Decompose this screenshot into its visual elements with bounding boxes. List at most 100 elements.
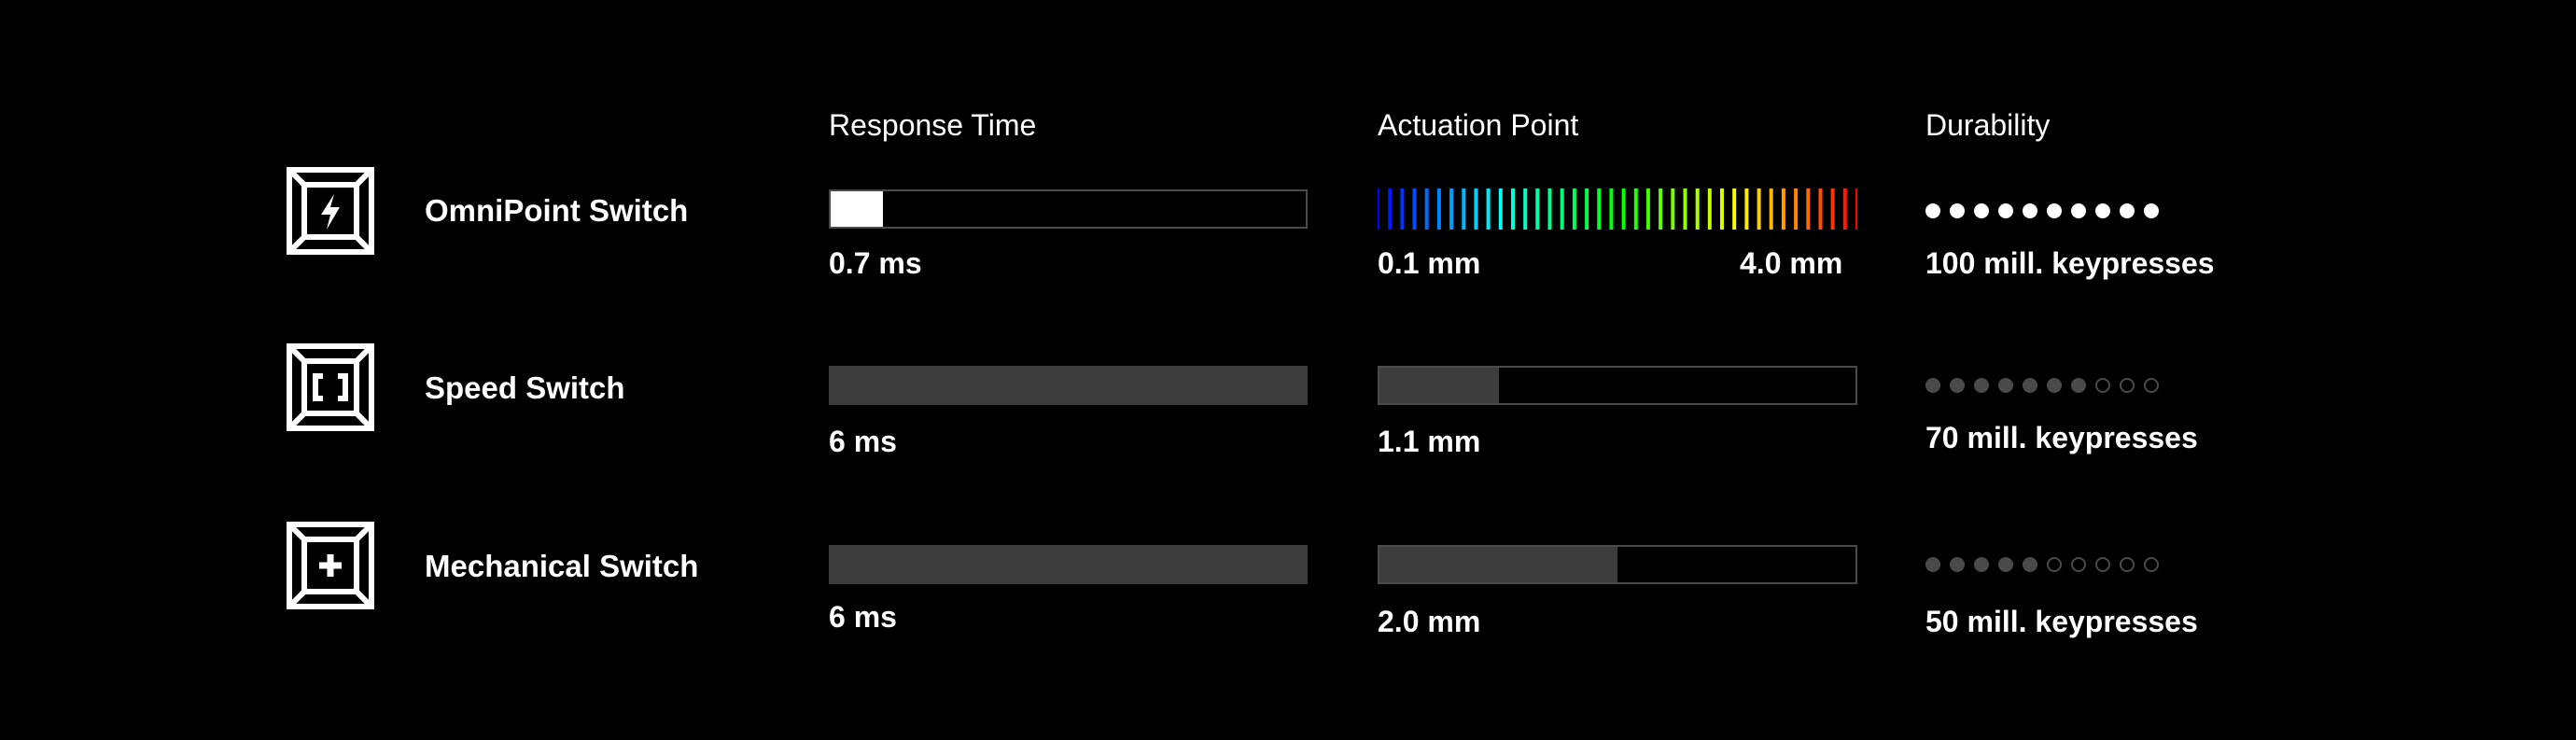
actuation-range-stripe <box>1720 188 1724 230</box>
switch-name: Mechanical Switch <box>425 549 699 583</box>
durability-dot-filled <box>2023 378 2037 393</box>
durability-dot-empty <box>2095 557 2110 572</box>
durability-dot-filled <box>2047 378 2062 393</box>
durability-dot-empty <box>2144 378 2159 393</box>
actuation-point-bar-fill <box>1379 547 1617 582</box>
durability-dot-empty <box>2120 557 2135 572</box>
plus-icon <box>286 521 375 610</box>
actuation-range-stripe <box>1400 188 1405 230</box>
durability-dot-empty <box>2095 378 2110 393</box>
response-time-bar <box>829 189 1308 229</box>
durability-dot-empty <box>2047 557 2062 572</box>
durability-dot-filled <box>1950 203 1965 218</box>
actuation-range-stripe <box>1621 188 1626 230</box>
actuation-point-bar-fill <box>1379 368 1499 403</box>
durability-dots <box>1925 378 2168 398</box>
actuation-min-value: 0.1 mm <box>1378 246 1481 280</box>
actuation-range-stripe <box>1781 188 1785 230</box>
durability-dot-empty <box>2120 378 2135 393</box>
durability-dot-filled <box>2047 203 2062 218</box>
response-time-value: 0.7 ms <box>829 246 922 280</box>
response-time-value: 6 ms <box>829 425 897 458</box>
actuation-range-stripe <box>1585 188 1589 230</box>
actuation-range-gradient <box>1378 188 1857 230</box>
actuation-range-stripe <box>1378 188 1379 230</box>
actuation-range-stripe <box>1547 188 1552 230</box>
actuation-range-stripe <box>1474 188 1478 230</box>
column-header-actuation-point: Actuation Point <box>1378 108 1579 142</box>
actuation-point-value: 1.1 mm <box>1378 425 1481 458</box>
actuation-range-stripe <box>1424 188 1429 230</box>
durability-dot-filled <box>2120 203 2135 218</box>
response-time-bar-fill <box>829 545 1308 584</box>
durability-dot-filled <box>1925 557 1940 572</box>
actuation-range-stripe <box>1683 188 1687 230</box>
actuation-range-stripe <box>1511 188 1515 230</box>
actuation-range-stripe <box>1695 188 1700 230</box>
durability-dot-filled <box>1950 557 1965 572</box>
actuation-range-stripe <box>1436 188 1441 230</box>
durability-dot-filled <box>2095 203 2110 218</box>
actuation-range-stripe <box>1388 188 1393 230</box>
actuation-range-stripe <box>1794 188 1799 230</box>
actuation-range-stripe <box>1855 188 1857 230</box>
actuation-range-stripe <box>1659 188 1663 230</box>
actuation-range-stripe <box>1633 188 1638 230</box>
durability-dot-filled <box>1974 378 1989 393</box>
durability-dot-filled <box>1998 203 2013 218</box>
durability-dot-filled <box>1998 557 2013 572</box>
actuation-range-stripe <box>1597 188 1602 230</box>
switch-name: Speed Switch <box>425 370 625 405</box>
actuation-range-stripe <box>1769 188 1773 230</box>
durability-dots <box>1925 203 2168 224</box>
durability-value: 100 mill. keypresses <box>1925 246 2215 280</box>
actuation-range-stripe <box>1757 188 1761 230</box>
durability-dot-filled <box>2144 203 2159 218</box>
actuation-range-stripe <box>1412 188 1417 230</box>
durability-dots <box>1925 557 2168 578</box>
durability-value: 50 mill. keypresses <box>1925 605 2198 638</box>
durability-dot-empty <box>2144 557 2159 572</box>
actuation-point-bar <box>1378 545 1857 584</box>
bracket-square-icon <box>286 342 375 432</box>
actuation-max-value: 4.0 mm <box>1740 246 1843 280</box>
durability-dot-filled <box>1974 203 1989 218</box>
response-time-bar <box>829 366 1308 405</box>
actuation-point-bar <box>1378 366 1857 405</box>
actuation-point-value: 2.0 mm <box>1378 605 1481 638</box>
actuation-range-stripe <box>1806 188 1811 230</box>
durability-dot-filled <box>2023 557 2037 572</box>
actuation-range-stripe <box>1645 188 1650 230</box>
durability-dot-filled <box>1950 378 1965 393</box>
column-header-response-time: Response Time <box>829 108 1037 142</box>
actuation-range-stripe <box>1744 188 1749 230</box>
actuation-range-stripe <box>1572 188 1576 230</box>
column-header-durability: Durability <box>1925 108 2051 142</box>
durability-dot-empty <box>2071 557 2086 572</box>
actuation-range-stripe <box>1498 188 1503 230</box>
durability-dot-filled <box>1925 378 1940 393</box>
actuation-range-stripe <box>1818 188 1823 230</box>
actuation-range-stripe <box>1707 188 1712 230</box>
actuation-range-stripe <box>1486 188 1491 230</box>
durability-dot-filled <box>2071 203 2086 218</box>
durability-dot-filled <box>2023 203 2037 218</box>
durability-dot-filled <box>1998 378 2013 393</box>
actuation-range-stripe <box>1842 188 1847 230</box>
lightning-icon <box>286 166 375 256</box>
durability-dot-filled <box>1925 203 1940 218</box>
actuation-range-stripe <box>1671 188 1675 230</box>
response-time-bar <box>829 545 1308 584</box>
actuation-range-stripe <box>1449 188 1454 230</box>
switch-name: OmniPoint Switch <box>425 193 689 228</box>
durability-value: 70 mill. keypresses <box>1925 421 2198 454</box>
durability-dot-filled <box>1974 557 1989 572</box>
actuation-range-stripe <box>1523 188 1528 230</box>
actuation-range-stripe <box>1535 188 1540 230</box>
response-time-value: 6 ms <box>829 600 897 634</box>
actuation-range-stripe <box>1609 188 1614 230</box>
actuation-range-stripe <box>1560 188 1564 230</box>
actuation-range-stripe <box>1462 188 1466 230</box>
response-time-bar-fill <box>829 366 1308 405</box>
actuation-range-stripe <box>1830 188 1835 230</box>
